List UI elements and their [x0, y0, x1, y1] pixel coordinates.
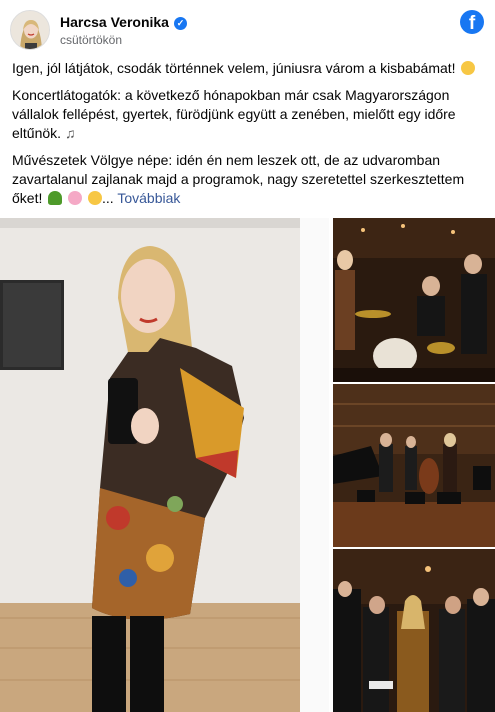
musical-notes-icon: ♫ [64, 125, 76, 141]
main-photo[interactable] [0, 218, 329, 712]
verified-badge-icon: ✓ [173, 17, 187, 30]
post-paragraph-3: Művészetek Völgye népe: idén én nem lesz… [12, 151, 486, 208]
ellipsis: ... [102, 190, 114, 206]
profile-avatar[interactable] [10, 10, 50, 50]
see-more-link[interactable]: Továbbiak [117, 190, 180, 206]
photo-thumbnail-3[interactable] [333, 549, 495, 712]
post-paragraph-1: Igen, jól látjátok, csodák történnek vel… [12, 59, 486, 78]
photo-thumbnail-2[interactable] [333, 384, 495, 547]
facebook-logo-icon[interactable]: f [460, 10, 484, 34]
photo-grid [0, 218, 495, 712]
grinning-face-icon [88, 191, 103, 205]
paragraph-1-text: Igen, jól látjátok, csodák történnek vel… [12, 60, 456, 76]
photo-thumbnail-1[interactable] [333, 218, 495, 382]
post-text: Igen, jól látjátok, csodák történnek vel… [12, 59, 486, 216]
post-paragraph-2: Koncertlátogatók: a következő hónapokban… [12, 86, 486, 143]
post-timestamp[interactable]: csütörtökön [60, 33, 122, 47]
paragraph-2-text: Koncertlátogatók: a következő hónapokban… [12, 87, 456, 141]
post-header: Harcsa Veronika ✓ csütörtökön f [0, 0, 495, 58]
cherry-blossom-icon [68, 191, 83, 205]
smiling-face-with-hearts-icon [461, 61, 476, 75]
deciduous-tree-icon [48, 191, 63, 205]
author-name[interactable]: Harcsa Veronika ✓ [60, 14, 187, 30]
